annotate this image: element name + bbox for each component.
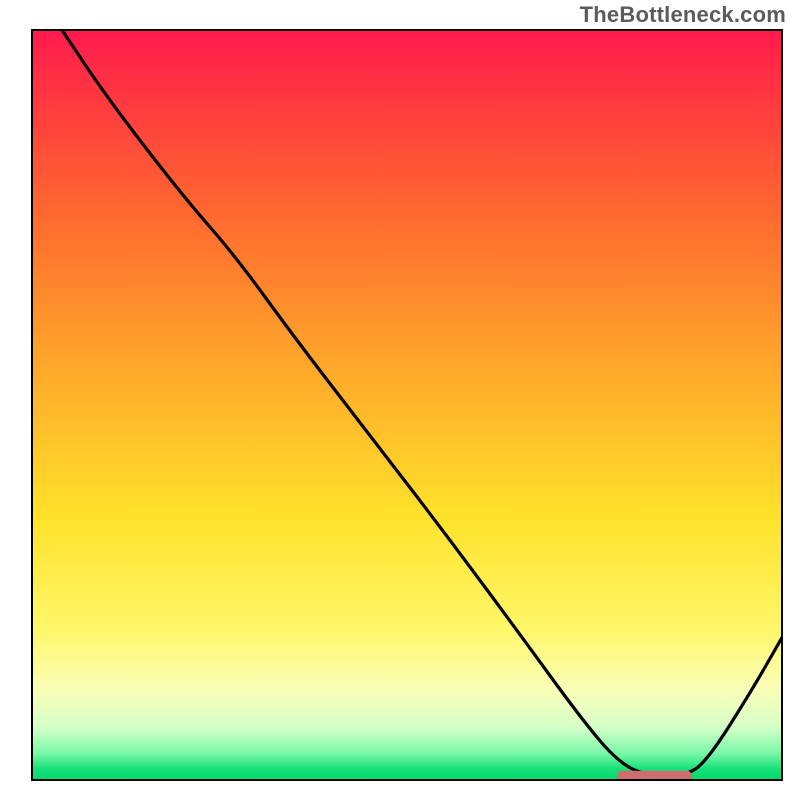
bottleneck-chart	[0, 0, 800, 800]
chart-frame: TheBottleneck.com	[0, 0, 800, 800]
plot-background	[32, 30, 782, 780]
